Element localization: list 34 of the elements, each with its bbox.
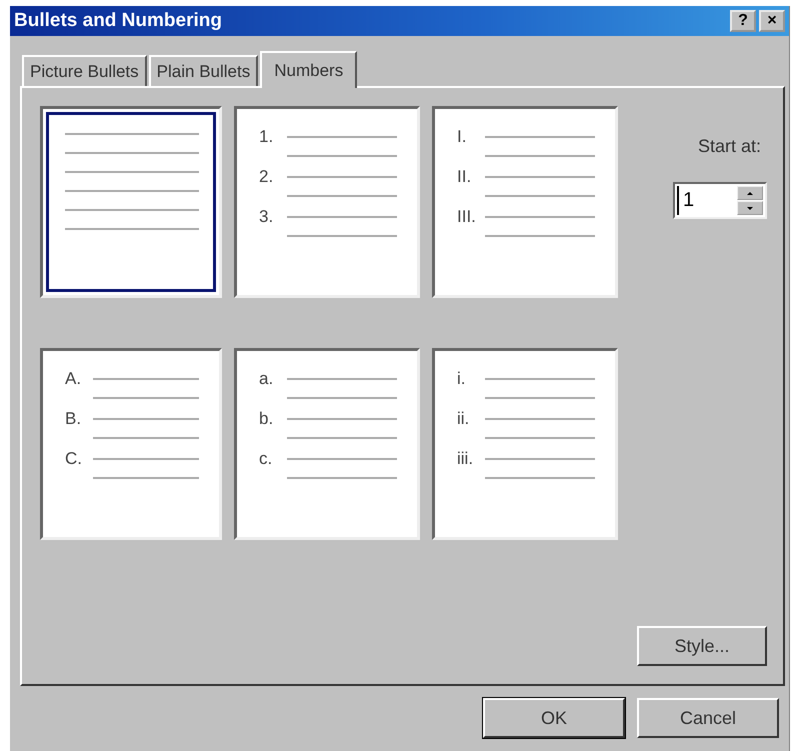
numbering-option[interactable]: A. B. C. xyxy=(40,348,222,540)
tab[interactable]: Picture Bullets xyxy=(22,55,147,86)
start-at-spinbox[interactable]: 1 xyxy=(673,182,767,219)
help-button[interactable]: ? xyxy=(730,10,756,32)
window-title: Bullets and Numbering xyxy=(14,10,222,32)
ok-button[interactable]: OK xyxy=(483,698,625,738)
list-marker: I. xyxy=(457,127,468,147)
list-marker: 1. xyxy=(259,127,274,147)
numbering-option[interactable]: I. II. III. xyxy=(432,106,618,298)
list-marker: III. xyxy=(457,207,477,227)
spin-down-icon[interactable] xyxy=(737,201,763,215)
list-marker: b. xyxy=(259,409,274,429)
numbering-option[interactable]: i. ii. iii. xyxy=(432,348,618,540)
close-button[interactable]: × xyxy=(759,10,785,32)
tab[interactable]: Plain Bullets xyxy=(148,55,258,86)
list-marker: c. xyxy=(259,449,274,469)
numbering-option[interactable]: a. b. c. xyxy=(234,348,420,540)
list-marker: 3. xyxy=(259,207,274,227)
list-marker: 2. xyxy=(259,167,274,187)
cancel-button[interactable]: Cancel xyxy=(637,698,779,738)
list-marker: iii. xyxy=(457,449,474,469)
list-marker: B. xyxy=(65,409,82,429)
start-at-label: Start at: xyxy=(698,136,761,157)
numbering-option[interactable] xyxy=(40,106,222,298)
list-marker: C. xyxy=(65,449,83,469)
list-marker: A. xyxy=(65,369,82,389)
list-marker: i. xyxy=(457,369,466,389)
numbering-option[interactable]: 1. 2. 3. xyxy=(234,106,420,298)
list-marker: a. xyxy=(259,369,274,389)
list-marker: II. xyxy=(457,167,472,187)
list-marker: ii. xyxy=(457,409,470,429)
tab[interactable]: Numbers xyxy=(260,51,358,88)
spin-up-icon[interactable] xyxy=(737,186,763,200)
style-button[interactable]: Style... xyxy=(637,626,767,666)
